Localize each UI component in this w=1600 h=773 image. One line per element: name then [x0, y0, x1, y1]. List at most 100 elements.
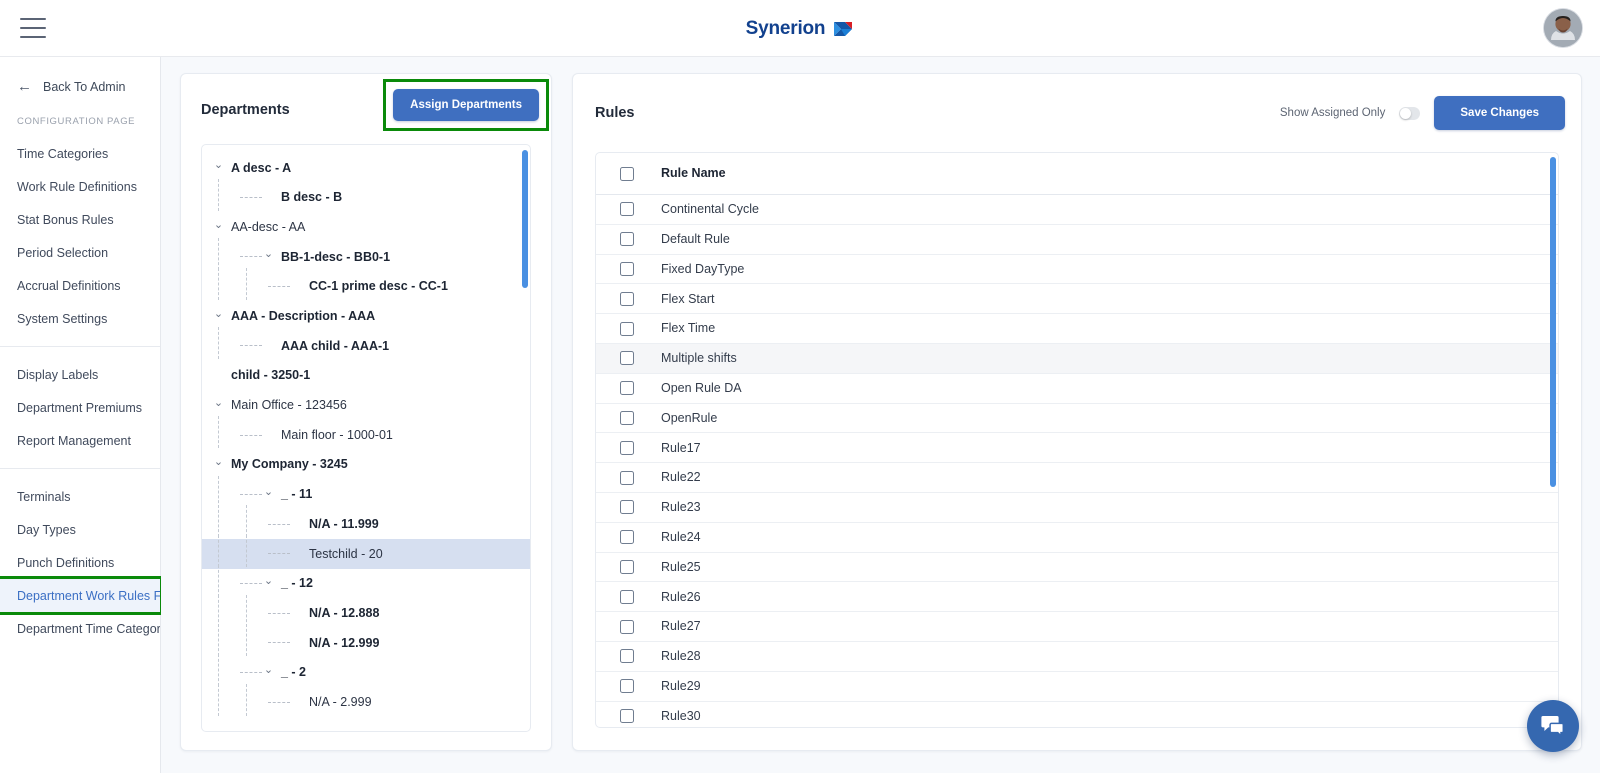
department-tree-node[interactable]: CC-1 prime desc - CC-1 — [202, 272, 530, 302]
rules-title: Rules — [595, 105, 635, 121]
department-tree-node[interactable]: N/A - 11.999 — [202, 509, 530, 539]
department-tree-node[interactable]: B desc - B — [202, 183, 530, 213]
chevron-down-icon[interactable]: ⌄ — [262, 575, 275, 587]
department-tree-node[interactable]: Testchild - 20 — [202, 538, 530, 569]
toggle-knob — [1400, 107, 1412, 119]
department-tree-node[interactable]: N/A - 12.888 — [202, 598, 530, 628]
rule-row[interactable]: Rule28 — [596, 642, 1558, 672]
department-tree-node[interactable]: Main floor - 1000-01 — [202, 420, 530, 450]
sidebar-item-punch-definitions[interactable]: Punch Definitions — [0, 546, 160, 579]
rule-checkbox[interactable] — [620, 261, 634, 276]
chevron-down-icon[interactable]: ⌄ — [262, 249, 275, 260]
department-tree-node[interactable]: N/A - 12.999 — [202, 628, 530, 658]
rules-list-scrollbar[interactable] — [1550, 157, 1556, 487]
sidebar-item-display-labels[interactable]: Display Labels — [0, 358, 160, 391]
logo-text: Synerion — [745, 17, 826, 39]
department-tree-node[interactable]: ⌄ AAA - Description - AAA — [202, 301, 530, 331]
rule-row[interactable]: Flex Start — [596, 284, 1558, 315]
chevron-down-icon[interactable]: ⌄ — [212, 308, 225, 320]
tree-guide-line — [246, 624, 247, 657]
rule-name-label: Multiple shifts — [661, 351, 737, 366]
rule-checkbox[interactable] — [620, 202, 634, 217]
department-tree-node[interactable]: N/A - 2.999 — [202, 687, 530, 717]
sidebar-item-stat-bonus-rules[interactable]: Stat Bonus Rules — [0, 203, 160, 236]
rule-checkbox[interactable] — [620, 291, 634, 306]
rule-checkbox[interactable] — [620, 649, 634, 664]
rule-row[interactable]: Open Rule DA — [596, 374, 1558, 404]
rule-row[interactable]: Fixed DayType — [596, 255, 1558, 285]
rule-checkbox[interactable] — [620, 679, 634, 694]
chevron-down-icon[interactable]: ⌄ — [262, 486, 275, 498]
rule-row[interactable]: Flex Time — [596, 314, 1558, 344]
chevron-down-icon[interactable]: ⌄ — [262, 665, 275, 676]
sidebar-item-system-settings[interactable]: System Settings — [0, 302, 160, 335]
tree-guide-line — [246, 505, 247, 538]
assign-departments-button[interactable]: Assign Departments — [393, 89, 539, 121]
rule-checkbox[interactable] — [620, 232, 634, 247]
rule-checkbox[interactable] — [620, 321, 634, 336]
chat-support-button[interactable] — [1527, 700, 1579, 752]
rule-checkbox[interactable] — [620, 500, 634, 515]
rule-checkbox[interactable] — [620, 559, 634, 574]
rule-row[interactable]: Rule29 — [596, 672, 1558, 702]
save-changes-button[interactable]: Save Changes — [1434, 96, 1565, 130]
rule-row[interactable]: Multiple shifts — [596, 343, 1558, 374]
department-tree-node[interactable]: ⌄ AA-desc - AA — [202, 212, 530, 242]
rule-row[interactable]: Rule27 — [596, 612, 1558, 642]
department-tree-node[interactable]: ⌄ _ - 11 — [202, 480, 530, 510]
rule-checkbox[interactable] — [620, 381, 634, 396]
rule-checkbox[interactable] — [620, 589, 634, 604]
sidebar-item-period-selection[interactable]: Period Selection — [0, 236, 160, 269]
rule-row[interactable]: Rule23 — [596, 493, 1558, 523]
department-tree-node[interactable]: AAA child - AAA-1 — [202, 331, 530, 361]
department-tree-node[interactable]: ⌄ BB-1-desc - BB0-1 — [202, 242, 530, 272]
rule-row[interactable]: Rule30 — [596, 702, 1558, 727]
rule-row[interactable]: OpenRule — [596, 404, 1558, 434]
tree-guide-line — [218, 624, 219, 657]
chevron-down-icon[interactable]: ⌄ — [212, 457, 225, 468]
tree-guide-line — [246, 267, 247, 300]
rule-checkbox[interactable] — [620, 708, 634, 723]
department-node-label: B desc - B — [281, 190, 343, 205]
sidebar-item-work-rule-definitions[interactable]: Work Rule Definitions — [0, 170, 160, 203]
rule-checkbox[interactable] — [620, 530, 634, 545]
sidebar-item-accrual-definitions[interactable]: Accrual Definitions — [0, 269, 160, 302]
rule-row[interactable]: Rule17 — [596, 433, 1558, 464]
user-avatar[interactable] — [1544, 9, 1582, 47]
sidebar-item-report-management[interactable]: Report Management — [0, 424, 160, 457]
rule-row[interactable]: Default Rule — [596, 225, 1558, 255]
rule-checkbox[interactable] — [620, 440, 634, 455]
sidebar-item-department-time-category[interactable]: Department Time Category ... — [0, 612, 160, 645]
chevron-down-icon[interactable]: ⌄ — [212, 397, 225, 409]
departments-panel: Departments Assign Departments ⌄ A desc -… — [180, 73, 552, 751]
department-tree-node[interactable]: ⌄ Main Office - 123456 — [202, 391, 530, 421]
sidebar-item-time-categories[interactable]: Time Categories — [0, 137, 160, 170]
sidebar-item-day-types[interactable]: Day Types — [0, 513, 160, 546]
sidebar-item-department-work-rules-filt[interactable]: Department Work Rules Filt... — [0, 576, 163, 615]
department-tree-scrollbar[interactable] — [522, 150, 528, 288]
select-all-checkbox[interactable] — [620, 166, 634, 181]
chevron-down-icon[interactable]: ⌄ — [212, 219, 225, 231]
rule-checkbox[interactable] — [620, 619, 634, 634]
rule-row[interactable]: Continental Cycle — [596, 195, 1558, 225]
rule-row[interactable]: Rule25 — [596, 553, 1558, 583]
show-assigned-only-toggle[interactable] — [1399, 106, 1421, 120]
rule-checkbox[interactable] — [620, 410, 634, 425]
sidebar-item-terminals[interactable]: Terminals — [0, 480, 160, 513]
department-tree[interactable]: ⌄ A desc - A B desc - B ⌄ AA-desc - AA ⌄ BB-1-… — [202, 145, 530, 731]
department-node-label: _ - 2 — [281, 665, 307, 680]
department-tree-node[interactable]: ⌄ _ - 2 — [202, 658, 530, 688]
rule-checkbox[interactable] — [620, 351, 634, 366]
chevron-down-icon[interactable]: ⌄ — [212, 160, 225, 171]
department-tree-node[interactable]: child - 3250-1 — [202, 361, 530, 391]
sidebar-item-department-premiums[interactable]: Department Premiums — [0, 391, 160, 424]
rule-row[interactable]: Rule26 — [596, 582, 1558, 613]
rule-row[interactable]: Rule24 — [596, 523, 1558, 553]
department-tree-node[interactable]: ⌄ _ - 12 — [202, 569, 530, 599]
department-tree-node[interactable]: ⌄ A desc - A — [202, 153, 530, 183]
hamburger-menu-icon[interactable] — [20, 18, 46, 38]
back-to-admin-button[interactable]: ← Back To Admin — [0, 71, 160, 102]
rule-row[interactable]: Rule22 — [596, 463, 1558, 493]
rule-checkbox[interactable] — [620, 470, 634, 485]
department-tree-node[interactable]: ⌄ My Company - 3245 — [202, 450, 530, 480]
